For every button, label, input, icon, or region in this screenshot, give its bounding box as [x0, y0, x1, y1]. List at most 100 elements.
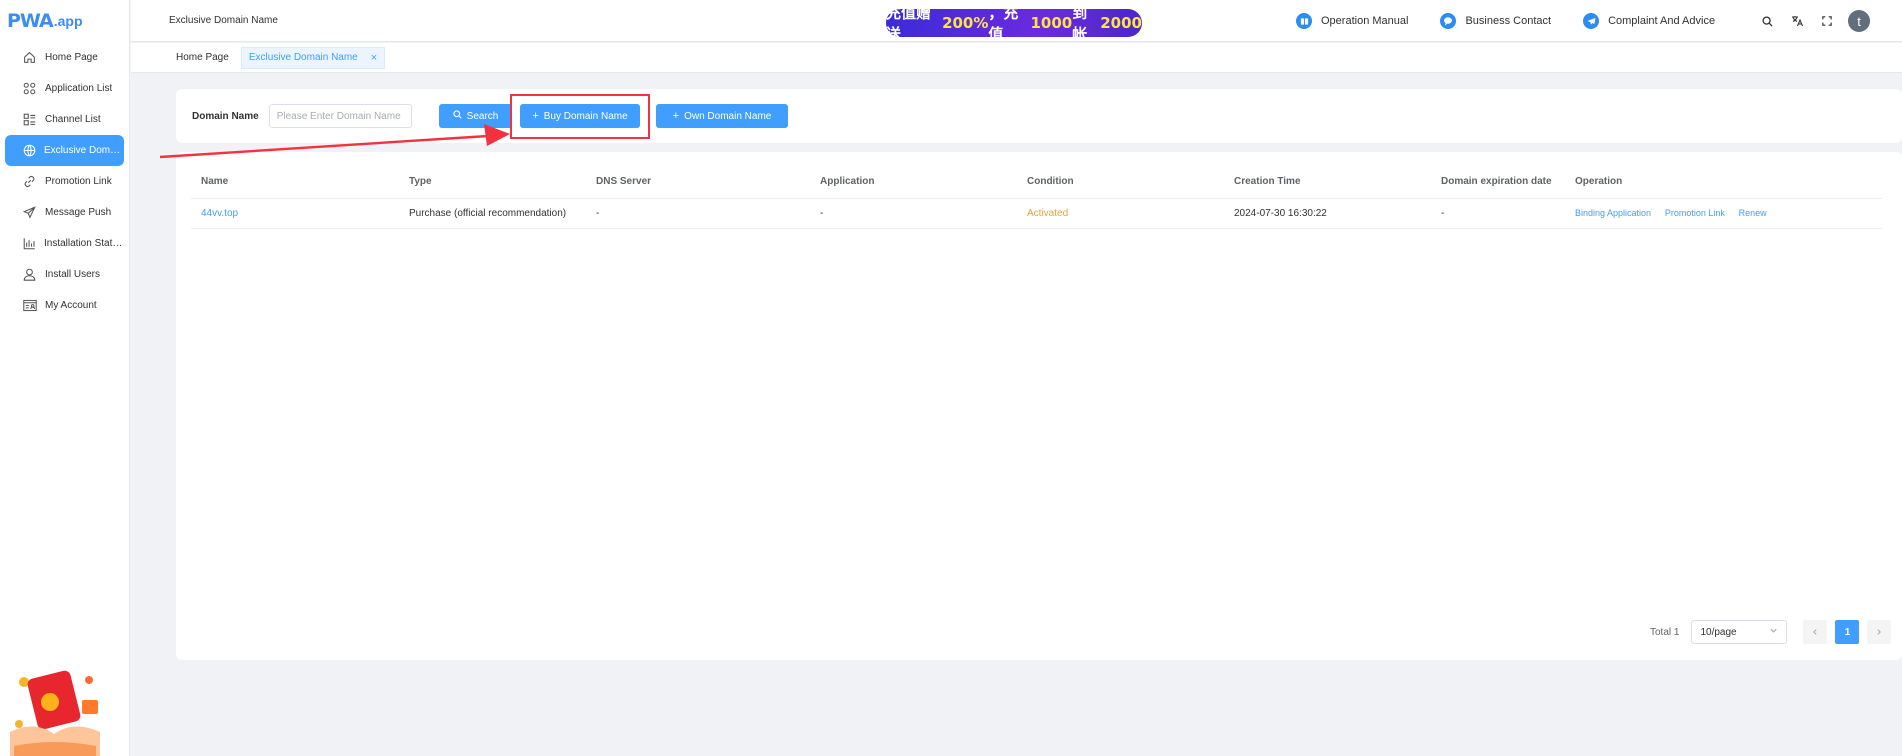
home-icon	[22, 50, 37, 65]
red-envelope-promo-image[interactable]	[4, 662, 104, 756]
sidebar-item-message-push[interactable]: Message Push	[5, 197, 124, 228]
banner-amount-1: 1000	[1030, 14, 1073, 32]
chart-icon	[22, 236, 36, 251]
next-page-button[interactable]	[1867, 620, 1892, 644]
domain-name-label: Domain Name	[192, 110, 259, 122]
column-header-operation: Operation	[1565, 166, 1882, 199]
avatar[interactable]: t	[1848, 10, 1870, 32]
chevron-down-icon	[1769, 626, 1778, 638]
operation-manual-label: Operation Manual	[1321, 15, 1409, 27]
logo-mark: PWA	[7, 10, 54, 32]
book-icon	[1296, 13, 1312, 29]
column-header-condition: Condition	[1017, 166, 1224, 199]
sidebar-menu: Home Page Application List Channel List …	[0, 42, 129, 321]
search-icon	[452, 110, 462, 122]
header-tools: t	[1760, 0, 1870, 42]
sidebar-item-promotion-link[interactable]: Promotion Link	[5, 166, 124, 197]
banner-text-3: 到帐	[1072, 4, 1088, 43]
binding-application-link[interactable]: Binding Application	[1575, 208, 1651, 218]
renew-link[interactable]: Renew	[1739, 208, 1767, 218]
recharge-promo-banner[interactable]: 充值赠送 200% ，充值 1000 到帐 2000	[886, 4, 1142, 43]
send-icon	[22, 205, 37, 220]
grid-icon	[22, 81, 37, 96]
search-button[interactable]: Search	[439, 104, 512, 128]
domain-table-card: Name Type DNS Server Application Conditi…	[176, 152, 1902, 660]
globe-icon	[22, 143, 36, 158]
header-links: Operation Manual Business Contact Compla…	[1296, 0, 1747, 42]
tab-home-page[interactable]: Home Page	[168, 47, 237, 69]
tab-label: Home Page	[176, 52, 229, 63]
condition-cell: Activated	[1017, 198, 1224, 229]
promotion-link-link[interactable]: Promotion Link	[1665, 208, 1725, 218]
user-icon	[22, 267, 37, 282]
logo-domain: .app	[53, 13, 83, 29]
column-header-creation-time: Creation Time	[1224, 166, 1431, 199]
column-header-application: Application	[810, 166, 1017, 199]
pagination-total: Total 1	[1650, 626, 1680, 638]
translate-icon[interactable]	[1790, 14, 1804, 28]
sidebar-item-label: Message Push	[45, 207, 112, 218]
list-icon	[22, 112, 37, 127]
page-tabs: Home Page Exclusive Domain Name ×	[131, 43, 1902, 73]
plus-icon: +	[672, 110, 680, 122]
sidebar-item-installation-statistics[interactable]: Installation Statist...	[5, 228, 124, 259]
application-cell: -	[810, 198, 1017, 229]
banner-text-1: 充值赠送	[886, 4, 932, 43]
domain-name-cell[interactable]: 44vv.top	[191, 198, 399, 229]
table-header-row: Name Type DNS Server Application Conditi…	[191, 166, 1882, 199]
search-icon[interactable]	[1760, 14, 1774, 28]
business-contact-label: Business Contact	[1465, 15, 1552, 27]
telegram-icon	[1583, 13, 1600, 29]
tab-label: Exclusive Domain Name	[248, 52, 358, 63]
sidebar-item-label: Application List	[45, 83, 113, 94]
sidebar-item-label: Promotion Link	[45, 176, 112, 187]
type-cell: Purchase (official recommendation)	[399, 198, 586, 229]
sidebar-item-label: Install Users	[45, 269, 101, 280]
business-contact-link[interactable]: Business Contact	[1440, 13, 1551, 29]
sidebar-item-channel-list[interactable]: Channel List	[5, 104, 124, 135]
pagination: Total 1 10/page 1	[1650, 620, 1899, 644]
column-header-type: Type	[399, 166, 586, 199]
banner-amount-2: 2000	[1100, 14, 1142, 32]
chevron-left-icon	[1813, 629, 1818, 635]
banner-text-2: ，充值	[988, 4, 1019, 43]
own-domain-name-button[interactable]: + Own Domain Name	[656, 104, 788, 128]
complaint-advice-link[interactable]: Complaint And Advice	[1583, 13, 1715, 29]
domain-table: Name Type DNS Server Application Conditi…	[191, 166, 1882, 229]
page-size-value: 10/page	[1700, 626, 1737, 638]
sidebar-item-install-users[interactable]: Install Users	[5, 259, 124, 290]
sidebar-item-label: Channel List	[45, 114, 101, 125]
chat-icon	[1440, 13, 1457, 29]
operation-cell: Binding Application Promotion Link Renew	[1565, 198, 1882, 229]
domain-name-input[interactable]	[268, 104, 412, 128]
prev-page-button[interactable]	[1803, 620, 1828, 644]
sidebar-item-home[interactable]: Home Page	[5, 42, 124, 73]
link-icon	[22, 174, 37, 189]
fullscreen-icon[interactable]	[1820, 14, 1834, 28]
sidebar-item-label: Home Page	[45, 52, 98, 63]
sidebar-item-my-account[interactable]: My Account	[5, 290, 124, 321]
column-header-name: Name	[191, 166, 399, 199]
column-header-expiration-date: Domain expiration date	[1431, 166, 1565, 199]
page-number-button[interactable]: 1	[1835, 620, 1860, 644]
sidebar: PWA .app Home Page Application List Chan…	[0, 0, 130, 756]
sidebar-item-label: Installation Statist...	[44, 238, 124, 249]
sidebar-item-label: My Account	[45, 300, 97, 311]
chevron-right-icon	[1877, 629, 1882, 635]
column-header-dns-server: DNS Server	[586, 166, 810, 199]
app-logo[interactable]: PWA .app	[0, 0, 129, 42]
close-icon[interactable]: ×	[371, 52, 377, 64]
table-row: 44vv.top Purchase (official recommendati…	[191, 198, 1882, 229]
banner-percent: 200%	[942, 14, 989, 32]
dns-server-cell: -	[586, 198, 810, 229]
tab-exclusive-domain-name[interactable]: Exclusive Domain Name ×	[240, 46, 386, 69]
complaint-advice-label: Complaint And Advice	[1608, 15, 1716, 27]
account-card-icon	[22, 298, 37, 313]
sidebar-item-label: Exclusive Domain...	[44, 145, 124, 156]
sidebar-item-application-list[interactable]: Application List	[5, 73, 124, 104]
sidebar-item-exclusive-domain[interactable]: Exclusive Domain...	[5, 135, 124, 166]
page-size-select[interactable]: 10/page	[1691, 620, 1788, 644]
page-title: Exclusive Domain Name	[169, 15, 278, 26]
operation-manual-link[interactable]: Operation Manual	[1296, 13, 1408, 29]
annotation-highlight-box	[510, 94, 650, 139]
